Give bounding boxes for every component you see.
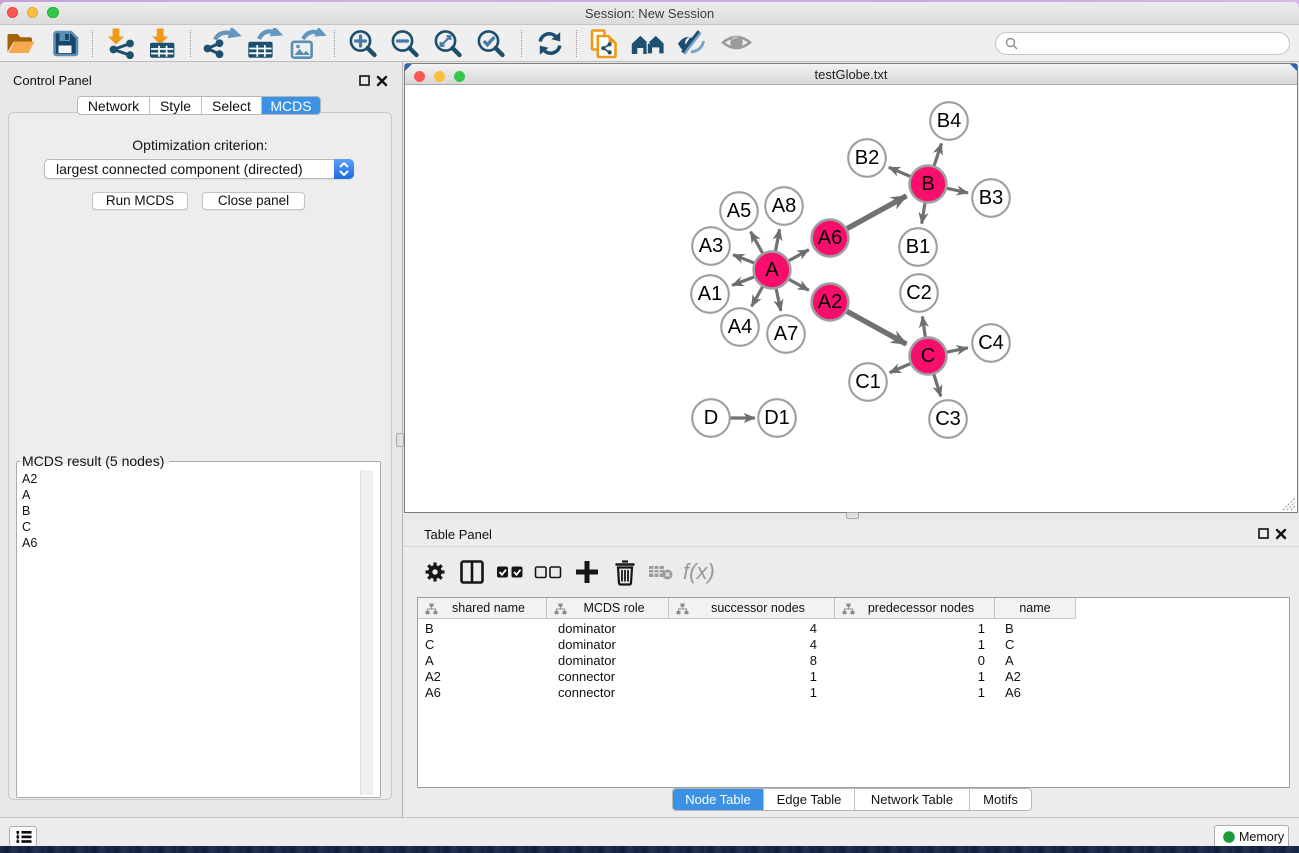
svg-text:f(x): f(x) xyxy=(683,559,715,584)
svg-text:C4: C4 xyxy=(978,332,1004,354)
svg-text:A1: A1 xyxy=(698,283,722,305)
svg-text:A8: A8 xyxy=(772,195,796,217)
svg-text:A: A xyxy=(765,259,779,281)
svg-text:C: C xyxy=(921,345,935,367)
svg-text:A4: A4 xyxy=(728,316,752,338)
svg-text:C2: C2 xyxy=(906,282,932,304)
svg-text:C1: C1 xyxy=(855,371,881,393)
svg-text:D: D xyxy=(704,407,718,429)
svg-text:A2: A2 xyxy=(818,291,842,313)
svg-text:B3: B3 xyxy=(979,187,1003,209)
svg-text:B2: B2 xyxy=(855,147,879,169)
svg-text:A6: A6 xyxy=(818,227,842,249)
svg-text:B4: B4 xyxy=(937,110,961,132)
svg-text:B1: B1 xyxy=(906,236,930,258)
svg-text:D1: D1 xyxy=(764,407,790,429)
svg-text:C3: C3 xyxy=(935,408,961,430)
svg-text:A3: A3 xyxy=(699,235,723,257)
svg-text:A7: A7 xyxy=(774,323,798,345)
svg-text:B: B xyxy=(921,173,934,195)
svg-text:A5: A5 xyxy=(727,200,751,222)
